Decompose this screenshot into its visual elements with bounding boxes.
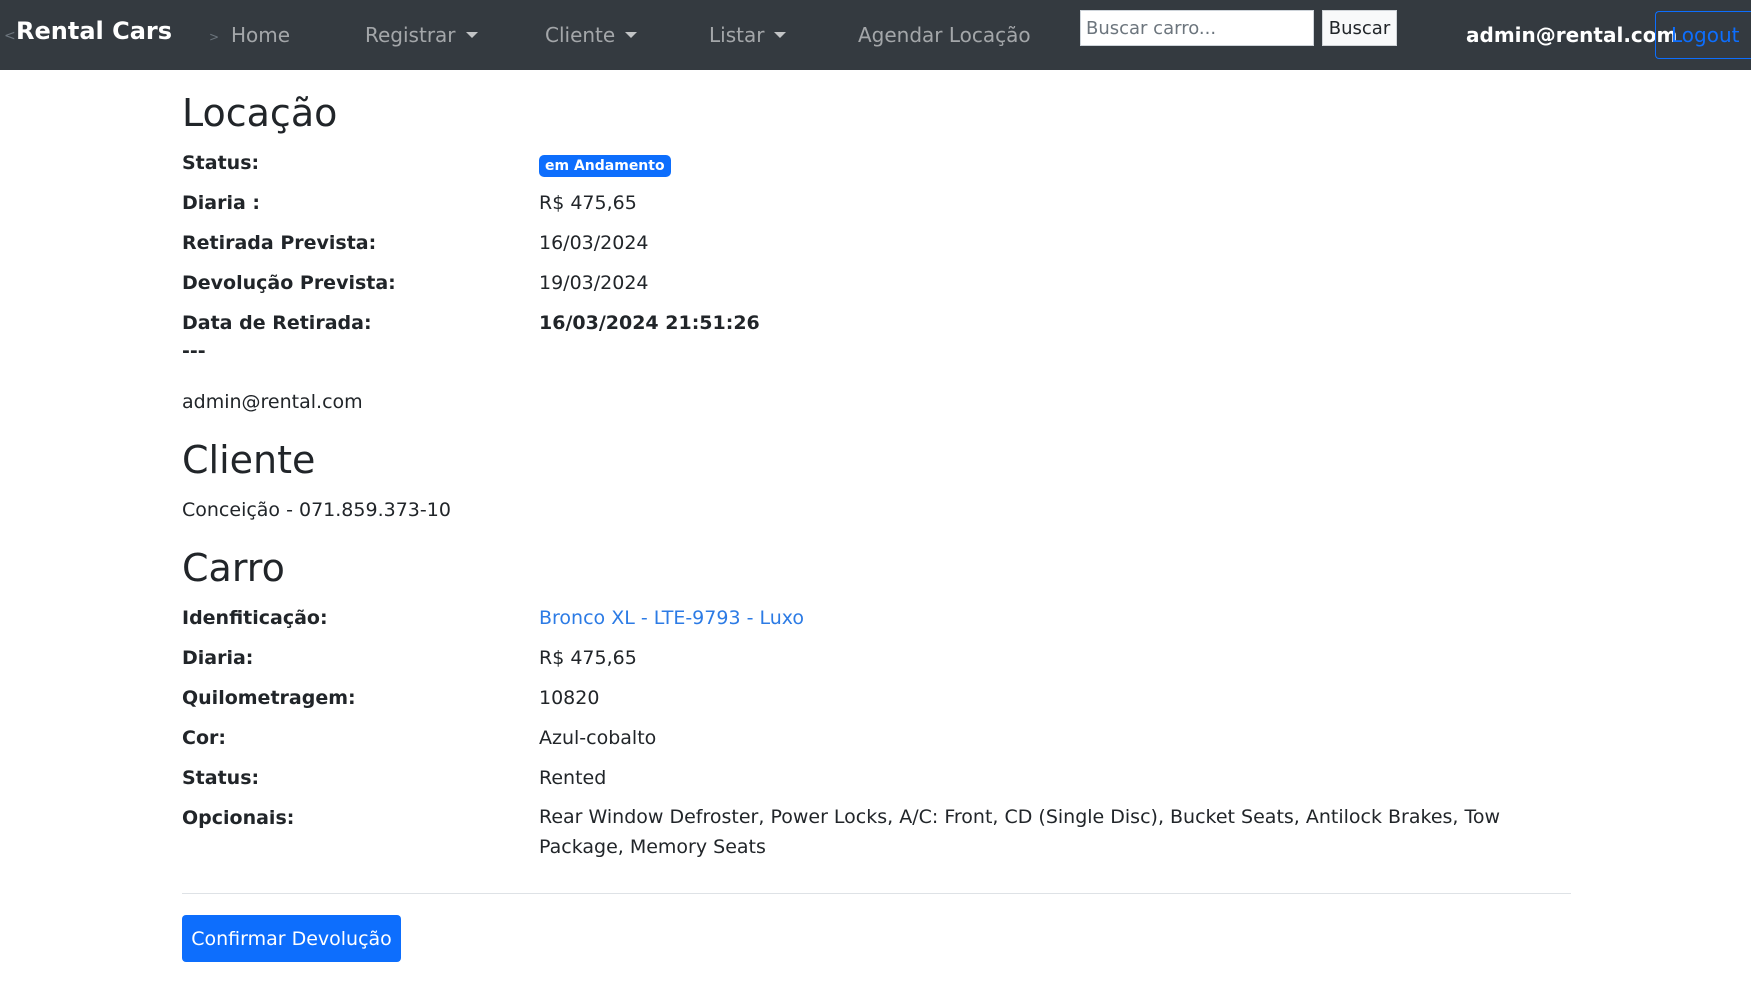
cliente-info: Conceição - 071.859.373-10 bbox=[182, 499, 451, 521]
status-badge: em Andamento bbox=[539, 155, 671, 177]
nav-registrar-label: Registrar bbox=[365, 23, 456, 47]
quilometragem-label: Quilometragem: bbox=[182, 687, 356, 709]
devolucao-prevista-label: Devolução Prevista: bbox=[182, 272, 396, 294]
cliente-title: Cliente bbox=[182, 438, 316, 482]
search-button[interactable]: Buscar bbox=[1322, 10, 1397, 46]
retirada-prevista-label: Retirada Prevista: bbox=[182, 232, 377, 254]
search-input[interactable] bbox=[1080, 10, 1314, 46]
retirada-prevista-value: 16/03/2024 bbox=[539, 232, 649, 254]
carro-status-value: Rented bbox=[539, 767, 607, 789]
carro-diaria-label: Diaria: bbox=[182, 647, 254, 669]
confirmar-devolucao-button[interactable]: Confirmar Devolução bbox=[182, 915, 401, 962]
cor-value: Azul-cobalto bbox=[539, 727, 657, 749]
top-navbar: < Rental Cars > Home Registrar Cliente L… bbox=[0, 0, 1751, 70]
nav-listar-dropdown[interactable]: Listar bbox=[709, 23, 787, 47]
carro-status-label: Status: bbox=[182, 767, 260, 789]
cor-label: Cor: bbox=[182, 727, 226, 749]
locacao-responsavel: admin@rental.com bbox=[182, 391, 363, 413]
separator-text: --- bbox=[182, 340, 206, 362]
section-divider bbox=[182, 893, 1571, 894]
nav-edge-mark: < bbox=[4, 28, 16, 44]
nav-home[interactable]: Home bbox=[231, 23, 290, 47]
opcionais-label: Opcionais: bbox=[182, 807, 295, 829]
brand-link[interactable]: Rental Cars bbox=[16, 17, 172, 45]
nav-cliente-label: Cliente bbox=[545, 23, 616, 47]
nav-agendar-locacao[interactable]: Agendar Locação bbox=[858, 23, 1031, 47]
carro-title: Carro bbox=[182, 546, 285, 590]
chevron-down-icon bbox=[625, 32, 638, 38]
data-retirada-label: Data de Retirada: bbox=[182, 312, 372, 334]
data-retirada-value: 16/03/2024 21:51:26 bbox=[539, 312, 760, 334]
carro-identificacao-label: Idenfiticação: bbox=[182, 607, 328, 629]
quilometragem-value: 10820 bbox=[539, 687, 600, 709]
carro-diaria-value: R$ 475,65 bbox=[539, 647, 637, 669]
user-email: admin@rental.com bbox=[1466, 23, 1678, 47]
locacao-diaria-value: R$ 475,65 bbox=[539, 192, 637, 214]
carro-identificacao-link[interactable]: Bronco XL - LTE-9793 - Luxo bbox=[539, 607, 804, 629]
nav-registrar-dropdown[interactable]: Registrar bbox=[365, 23, 478, 47]
devolucao-prevista-value: 19/03/2024 bbox=[539, 272, 649, 294]
chevron-down-icon bbox=[465, 32, 478, 38]
nav-listar-label: Listar bbox=[709, 23, 765, 47]
nav-cliente-dropdown[interactable]: Cliente bbox=[545, 23, 638, 47]
logout-button[interactable]: Logout bbox=[1655, 11, 1751, 59]
locacao-diaria-label: Diaria : bbox=[182, 192, 261, 214]
chevron-down-icon bbox=[774, 32, 787, 38]
locacao-title: Locação bbox=[182, 91, 338, 135]
locacao-status-label: Status: bbox=[182, 152, 260, 174]
opcionais-value: Rear Window Defroster, Power Locks, A/C:… bbox=[539, 806, 1501, 858]
locacao-status-value: em Andamento bbox=[539, 153, 671, 177]
nav-home-mark: > bbox=[209, 30, 220, 44]
